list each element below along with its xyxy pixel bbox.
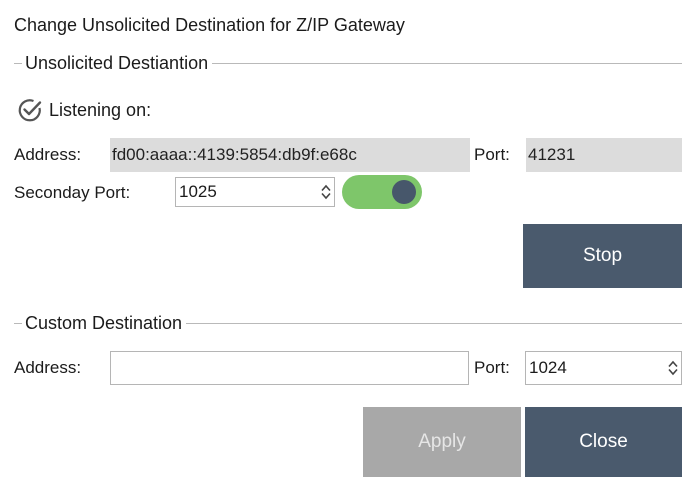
listening-status: Listening on:: [17, 97, 151, 123]
custom-port-label: Port:: [474, 358, 510, 377]
port-value: 41231: [526, 138, 682, 172]
group-line-right: [186, 322, 682, 324]
group-line-right: [212, 62, 682, 64]
group-line-left: [14, 322, 22, 324]
port-label: Port:: [474, 145, 510, 164]
toggle-knob: [392, 180, 416, 204]
custom-port-stepper[interactable]: 1024: [525, 351, 682, 385]
dialog-title: Change Unsolicited Destination for Z/IP …: [14, 15, 405, 35]
custom-address-label: Address:: [14, 358, 82, 377]
secondary-port-label: Seconday Port:: [14, 183, 131, 202]
stepper-arrows[interactable]: [665, 354, 681, 382]
chevron-down-icon[interactable]: [321, 192, 331, 200]
address-label: Address:: [14, 145, 82, 164]
listen-toggle[interactable]: [342, 175, 422, 209]
stepper-arrows[interactable]: [318, 178, 334, 206]
custom-group-header: Custom Destination: [14, 312, 682, 334]
secondary-port-value[interactable]: 1025: [176, 182, 318, 202]
unsolicited-group-title: Unsolicited Destiantion: [25, 52, 209, 73]
secondary-port-stepper[interactable]: 1025: [175, 177, 335, 207]
listening-label: Listening on:: [49, 99, 152, 120]
custom-group-title: Custom Destination: [25, 312, 183, 333]
unsolicited-group-header: Unsolicited Destiantion: [14, 52, 682, 74]
apply-button[interactable]: Apply: [363, 407, 521, 477]
custom-port-value[interactable]: 1024: [526, 358, 665, 378]
chevron-up-icon[interactable]: [668, 360, 678, 368]
check-circle-icon: [18, 99, 42, 122]
group-line-left: [14, 62, 22, 64]
custom-address-input[interactable]: [110, 351, 469, 385]
chevron-up-icon[interactable]: [321, 184, 331, 192]
stop-button[interactable]: Stop: [523, 224, 682, 288]
chevron-down-icon[interactable]: [668, 368, 678, 376]
address-value: fd00:aaaa::4139:5854:db9f:e68c: [110, 138, 470, 172]
close-button[interactable]: Close: [525, 407, 682, 477]
